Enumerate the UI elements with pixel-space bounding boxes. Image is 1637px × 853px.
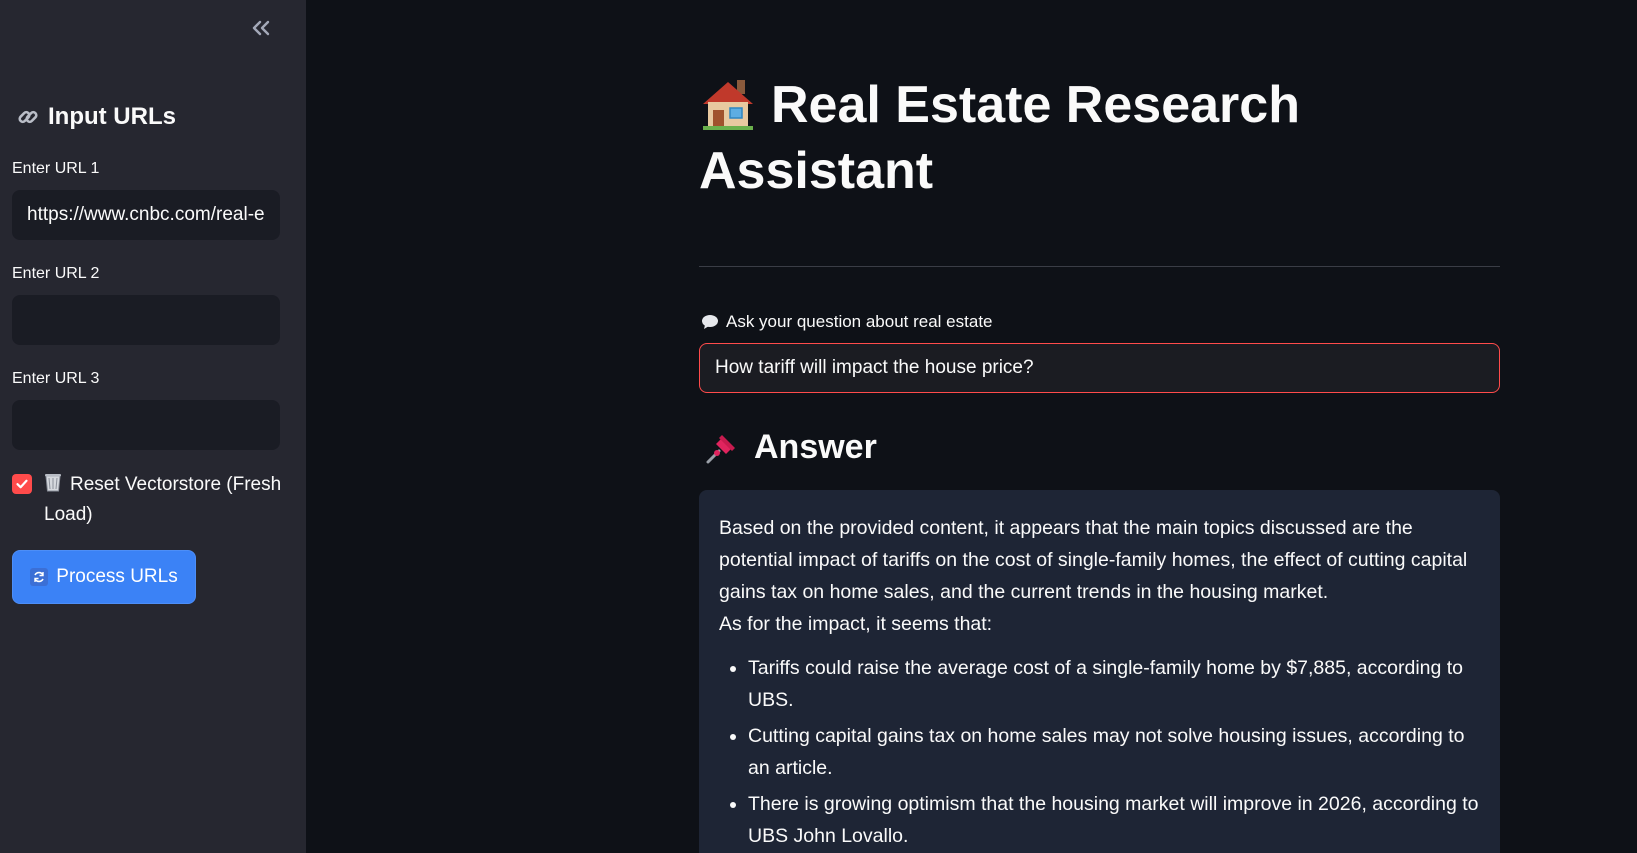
house-icon	[703, 80, 753, 130]
reset-vectorstore-label-wrap: Reset Vectorstore (Fresh Load)	[44, 470, 282, 530]
answer-lead: As for the impact, it seems that:	[719, 613, 993, 635]
page-title-text: Real Estate Research Assistant	[699, 76, 1300, 200]
title-divider	[699, 266, 1500, 267]
reset-vectorstore-checkbox[interactable]	[12, 474, 32, 494]
sync-icon	[30, 568, 49, 586]
url-2-label: Enter URL 2	[12, 265, 100, 282]
collapse-sidebar-button[interactable]	[247, 14, 275, 42]
question-input[interactable]	[699, 343, 1500, 393]
answer-bullet: Tariffs could raise the average cost of …	[748, 652, 1480, 716]
sidebar: Input URLs Enter URL 1 Enter URL 2 Enter…	[0, 0, 306, 853]
link-icon	[18, 110, 38, 124]
answer-heading-text: Answer	[754, 428, 877, 466]
answer-bullet: There is growing optimism that the housi…	[748, 788, 1480, 852]
answer-heading: Answer	[704, 428, 877, 467]
process-urls-label: Process URLs	[56, 566, 178, 587]
double-chevron-left-icon	[252, 20, 270, 36]
url-1-input[interactable]	[12, 190, 280, 240]
reset-vectorstore-label: Reset Vectorstore (Fresh Load)	[44, 474, 282, 525]
sidebar-title-text: Input URLs	[48, 103, 176, 130]
pushpin-icon	[706, 434, 735, 463]
speech-bubble-icon	[702, 315, 718, 329]
answer-bullet: Cutting capital gains tax on home sales …	[748, 720, 1480, 784]
url-3-input[interactable]	[12, 400, 280, 450]
page-title: Real Estate Research Assistant	[699, 72, 1339, 204]
url-2-input[interactable]	[12, 295, 280, 345]
checkmark-icon	[16, 479, 28, 489]
url-3-label: Enter URL 3	[12, 370, 100, 387]
sidebar-title: Input URLs	[16, 103, 176, 131]
wastebasket-icon	[45, 474, 61, 492]
question-label: Ask your question about real estate	[701, 312, 993, 332]
url-1-label: Enter URL 1	[12, 160, 100, 177]
main-content: Real Estate Research Assistant Ask your …	[306, 0, 1637, 853]
reset-vectorstore-option[interactable]: Reset Vectorstore (Fresh Load)	[12, 470, 282, 530]
app-window: Input URLs Enter URL 1 Enter URL 2 Enter…	[0, 0, 1637, 853]
question-label-text: Ask your question about real estate	[726, 312, 993, 331]
answer-intro: Based on the provided content, it appear…	[719, 517, 1468, 603]
answer-box: Based on the provided content, it appear…	[699, 490, 1500, 853]
answer-bullets: Tariffs could raise the average cost of …	[719, 652, 1480, 852]
process-urls-button[interactable]: Process URLs	[12, 550, 196, 604]
